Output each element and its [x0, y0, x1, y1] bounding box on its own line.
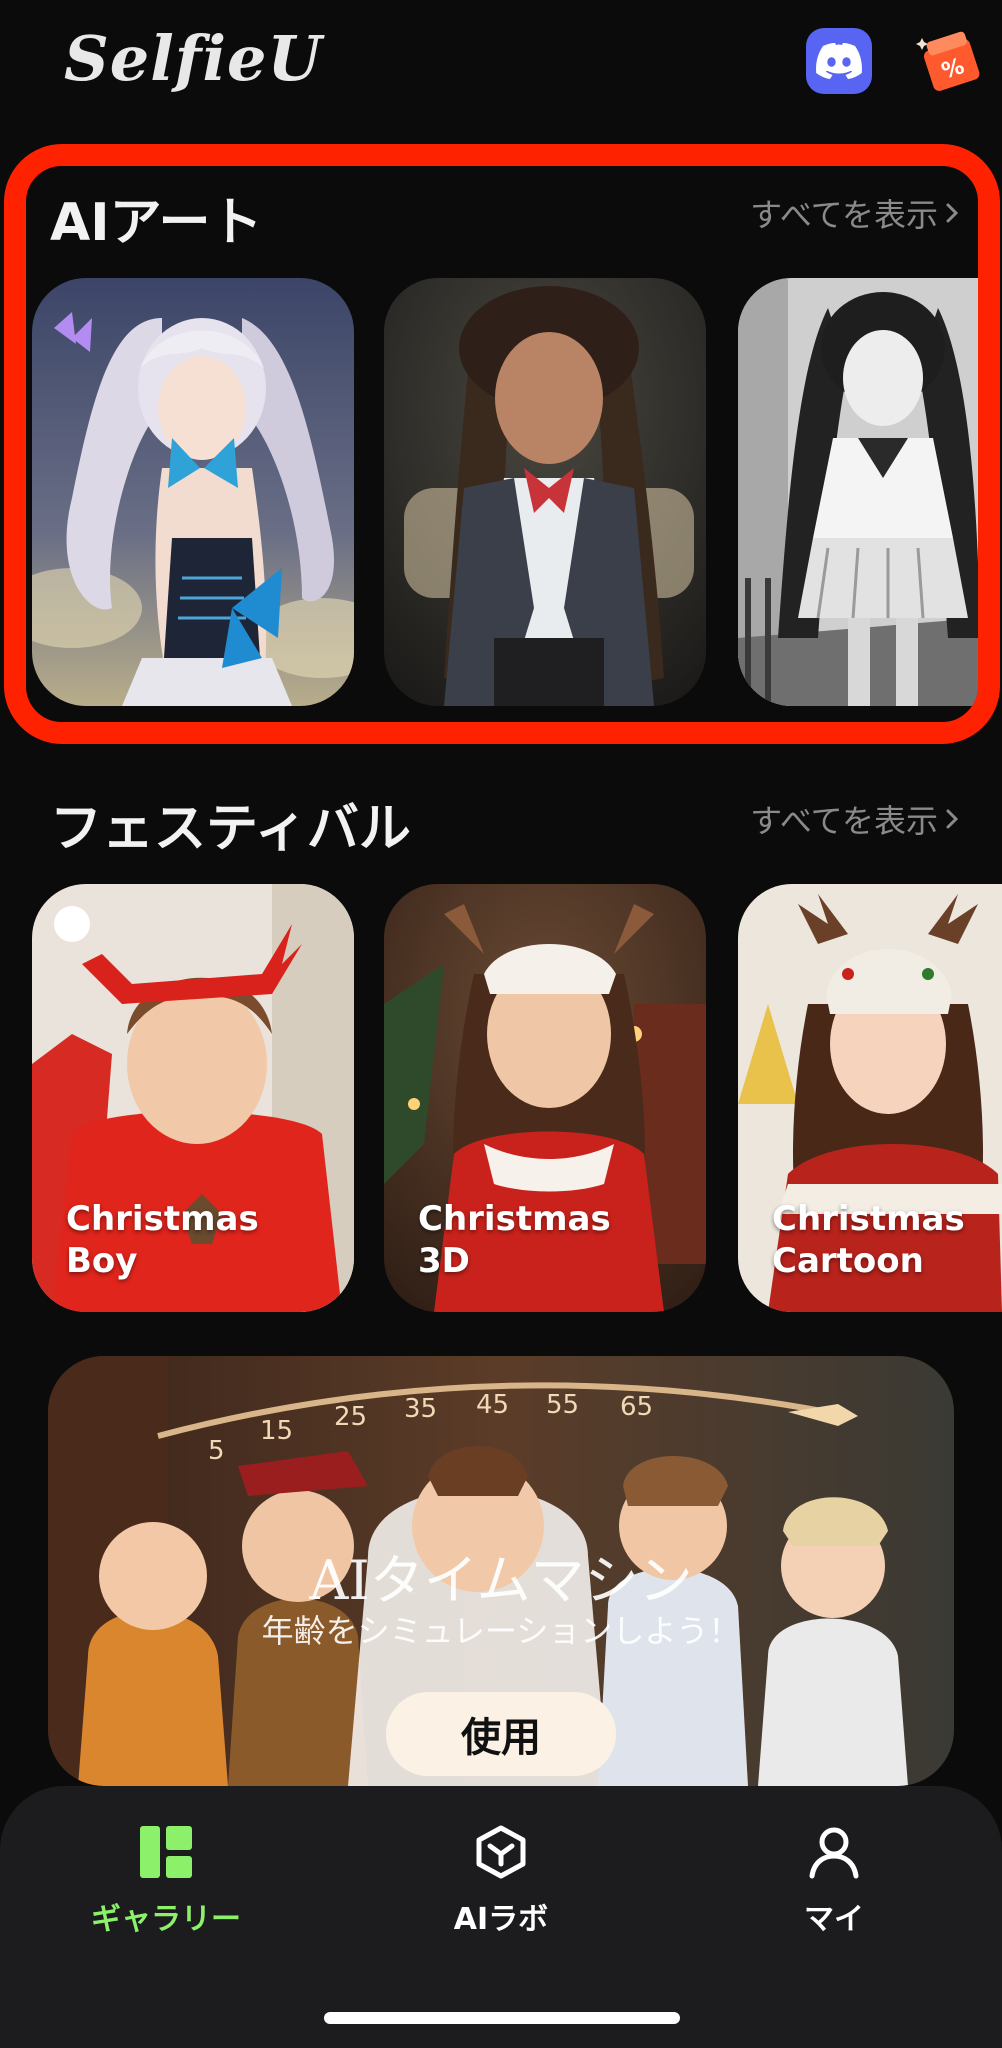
card-label-line2: Cartoon: [772, 1241, 924, 1281]
age-tick: 5: [208, 1436, 225, 1466]
tab-ai-lab[interactable]: AIラボ: [391, 1824, 611, 1938]
card-label-line1: Christmas: [772, 1199, 965, 1239]
festival-card-christmas-boy[interactable]: Christmas Boy: [32, 884, 354, 1312]
tab-label: AIラボ: [453, 1902, 549, 1937]
age-tick: 65: [620, 1392, 654, 1422]
age-tick: 45: [476, 1390, 510, 1420]
age-tick: 35: [404, 1394, 438, 1424]
tab-gallery[interactable]: ギャラリー: [56, 1824, 276, 1938]
card-label-line1: Christmas: [66, 1199, 259, 1239]
bottom-tab-bar: ギャラリー AIラボ マイ: [0, 1786, 1002, 2048]
festival-see-all-link[interactable]: すべてを表示: [750, 796, 960, 842]
age-tick: 55: [546, 1390, 580, 1420]
banner-subtitle: 年齢をシミュレーションしよう！: [261, 1612, 741, 1650]
person-icon: [809, 1827, 859, 1879]
discount-ticket-icon: %: [916, 31, 980, 91]
home-indicator[interactable]: [324, 2012, 680, 2024]
cube-icon: [476, 1825, 526, 1879]
ai-time-machine-banner[interactable]: 5 15 25 35 45 55 65 AIタイムマシン 年齢をシミュレーション…: [48, 1356, 954, 1786]
festival-card-christmas-cartoon[interactable]: Christmas Cartoon: [738, 884, 1002, 1312]
chevron-right-icon: [946, 809, 959, 829]
see-all-label: すべてを表示: [750, 802, 938, 840]
festival-section-title: フェスティバル: [50, 799, 411, 859]
tab-my[interactable]: マイ: [724, 1824, 944, 1938]
promo-button[interactable]: %: [912, 22, 988, 98]
card-label: Christmas Boy: [66, 1198, 259, 1282]
card-label-line2: 3D: [418, 1241, 470, 1281]
highlight-frame: [4, 144, 1000, 744]
app-logo: SelfieU: [64, 22, 323, 95]
use-button[interactable]: 使用: [386, 1692, 616, 1776]
age-tick: 25: [334, 1402, 368, 1432]
card-label: Christmas 3D: [418, 1198, 611, 1282]
tab-label: マイ: [804, 1902, 864, 1937]
card-label-line1: Christmas: [418, 1199, 611, 1239]
gallery-icon: [140, 1826, 192, 1878]
banner-title: AIタイムマシン: [309, 1549, 693, 1612]
card-label: Christmas Cartoon: [772, 1198, 965, 1282]
tab-label: ギャラリー: [91, 1902, 241, 1937]
gallery-screen: SelfieU % AIアート すべてを表示 フェスティバル すべてを表示 Ch…: [0, 0, 1002, 2048]
festival-card-christmas-3d[interactable]: Christmas 3D: [384, 884, 706, 1312]
discord-button[interactable]: [806, 28, 872, 94]
discord-icon: [816, 43, 862, 79]
card-label-line2: Boy: [66, 1241, 138, 1281]
age-tick: 15: [260, 1416, 294, 1446]
